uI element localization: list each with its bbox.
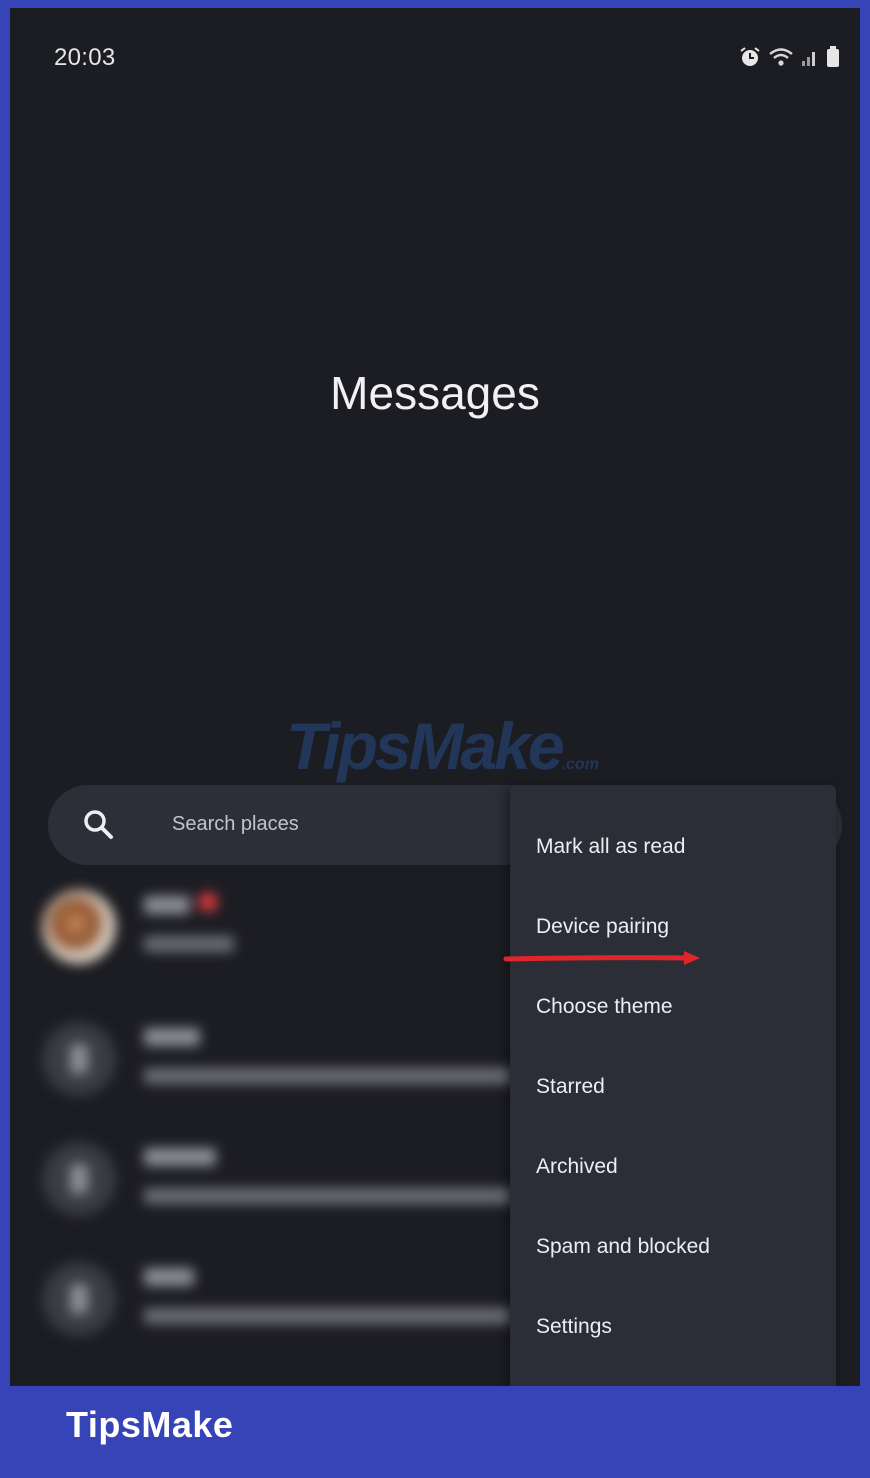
contact-placeholder-icon <box>70 1044 88 1074</box>
battery-icon <box>826 46 840 68</box>
conversation-item[interactable] <box>38 1260 518 1350</box>
status-bar: 20:03 <box>10 8 860 103</box>
unread-badge <box>198 892 218 912</box>
avatar <box>42 1022 116 1096</box>
app-title: Messages <box>330 367 540 419</box>
contact-name <box>144 896 190 914</box>
message-snippet <box>144 936 234 952</box>
menu-item-settings[interactable]: Settings <box>536 1307 826 1347</box>
watermark-logo: TipsMake.com <box>286 709 599 783</box>
message-snippet <box>144 1188 514 1204</box>
avatar <box>42 890 116 964</box>
conversation-item[interactable] <box>38 1020 518 1110</box>
phone-screen: 20:03 Messages TipsMake.com Search place… <box>10 8 860 1386</box>
contact-name <box>144 1268 194 1286</box>
menu-item-mark-all-as-read[interactable]: Mark all as read <box>536 827 826 867</box>
overflow-menu: Mark all as read Device pairing Choose t… <box>510 785 836 1386</box>
conversation-item[interactable] <box>38 888 518 978</box>
message-snippet <box>144 1068 514 1084</box>
contact-name <box>144 1148 216 1166</box>
footer-brand-label: TipsMake <box>66 1404 234 1445</box>
alarm-icon <box>739 46 761 68</box>
search-icon[interactable] <box>82 808 116 847</box>
avatar <box>42 1262 116 1336</box>
search-input[interactable]: Search places <box>172 813 299 836</box>
status-icons <box>739 46 840 68</box>
signal-icon <box>801 47 819 67</box>
menu-item-starred[interactable]: Starred <box>536 1067 826 1107</box>
conversation-item[interactable] <box>38 1140 518 1230</box>
menu-item-device-pairing[interactable]: Device pairing <box>536 907 826 947</box>
contact-placeholder-icon <box>70 1284 88 1314</box>
contact-name <box>144 1028 200 1046</box>
menu-item-choose-theme[interactable]: Choose theme <box>536 987 826 1027</box>
wifi-icon <box>768 46 794 68</box>
menu-item-archived[interactable]: Archived <box>536 1147 826 1187</box>
avatar <box>42 1142 116 1216</box>
annotation-arrow <box>503 951 700 965</box>
contact-placeholder-icon <box>70 1164 88 1194</box>
status-time: 20:03 <box>54 44 116 71</box>
menu-item-spam-and-blocked[interactable]: Spam and blocked <box>536 1227 826 1267</box>
message-snippet <box>144 1308 514 1324</box>
